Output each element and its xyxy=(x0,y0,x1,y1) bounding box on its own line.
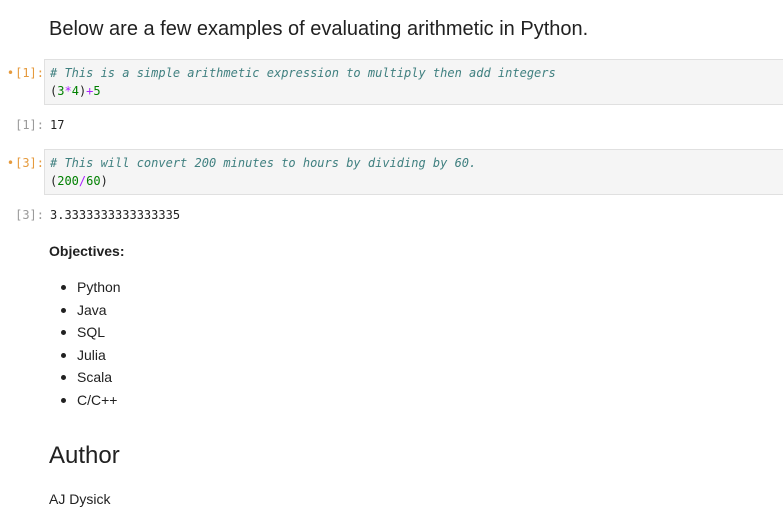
output-text: 17 xyxy=(50,118,65,132)
list-item: Scala xyxy=(49,367,121,390)
list-item: Java xyxy=(49,300,121,323)
intro-heading: Below are a few examples of evaluating a… xyxy=(49,18,589,40)
code-comment: # This will convert 200 minutes to hours… xyxy=(50,156,477,170)
bullet-icon xyxy=(61,397,66,403)
code-editor[interactable]: # This is a simple arithmetic expression… xyxy=(44,59,783,105)
objectives-title: Objectives: xyxy=(49,243,125,259)
code-comment: # This is a simple arithmetic expression… xyxy=(50,66,556,80)
output-cell-1: [1]: 17 xyxy=(0,115,783,135)
list-item: C/C++ xyxy=(49,390,121,413)
unsaved-dot-icon: • xyxy=(6,66,15,80)
bullet-icon xyxy=(61,307,66,313)
author-heading: Author xyxy=(49,442,120,469)
unsaved-dot-icon: • xyxy=(6,156,15,170)
bullet-icon xyxy=(61,352,66,358)
output-prompt: [3]: xyxy=(15,208,44,222)
author-name: AJ Dysick xyxy=(49,491,111,507)
code-line: (3*4)+5 xyxy=(50,84,101,98)
output-cell-2: [3]: 3.3333333333333335 xyxy=(0,205,783,225)
code-cell-2[interactable]: •[3]: # This will convert 200 minutes to… xyxy=(0,149,783,195)
bullet-icon xyxy=(61,375,66,380)
bullet-icon xyxy=(61,330,66,335)
list-item: SQL xyxy=(49,322,121,345)
code-editor[interactable]: # This will convert 200 minutes to hours… xyxy=(44,149,783,195)
list-item: Julia xyxy=(49,345,121,368)
input-prompt: •[3]: xyxy=(6,156,44,170)
code-cell-1[interactable]: •[1]: # This is a simple arithmetic expr… xyxy=(0,59,783,105)
output-prompt: [1]: xyxy=(15,118,44,132)
list-item: Python xyxy=(49,277,121,300)
bullet-icon xyxy=(61,285,66,290)
objectives-list: Python Java SQL Julia Scala C/C++ xyxy=(49,277,121,412)
code-line: (200/60) xyxy=(50,174,108,188)
output-text: 3.3333333333333335 xyxy=(50,208,181,222)
input-prompt: •[1]: xyxy=(6,66,44,80)
